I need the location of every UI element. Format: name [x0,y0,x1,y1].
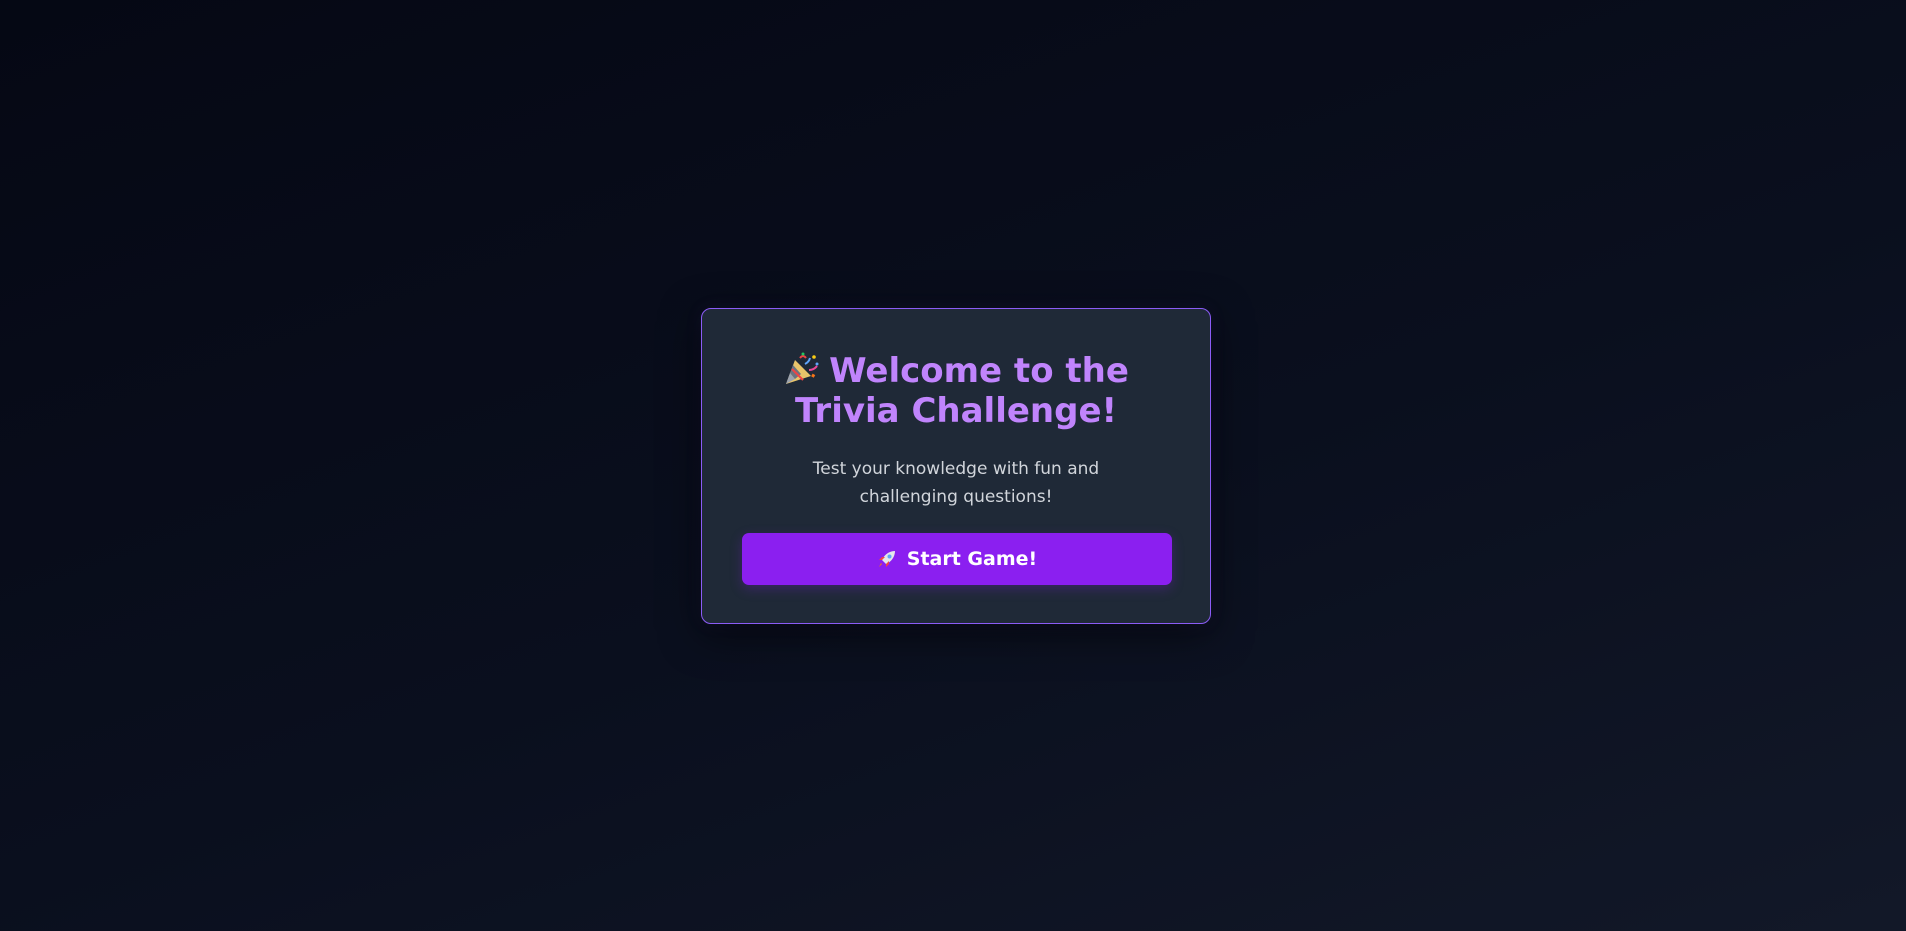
subtitle: Test your knowledge with fun and challen… [812,459,1100,507]
rocket-icon [877,549,897,569]
title-line-2: Trivia Challenge! [794,391,1118,431]
page-title: Welcome to the Trivia Challenge! [702,351,1210,431]
start-game-button[interactable]: Start Game! [742,533,1172,585]
party-popper-icon [783,352,821,386]
title-line-1: Welcome to the [829,351,1129,391]
start-game-label: Start Game! [906,548,1038,570]
welcome-card: Welcome to the Trivia Challenge! Test you… [701,308,1211,624]
